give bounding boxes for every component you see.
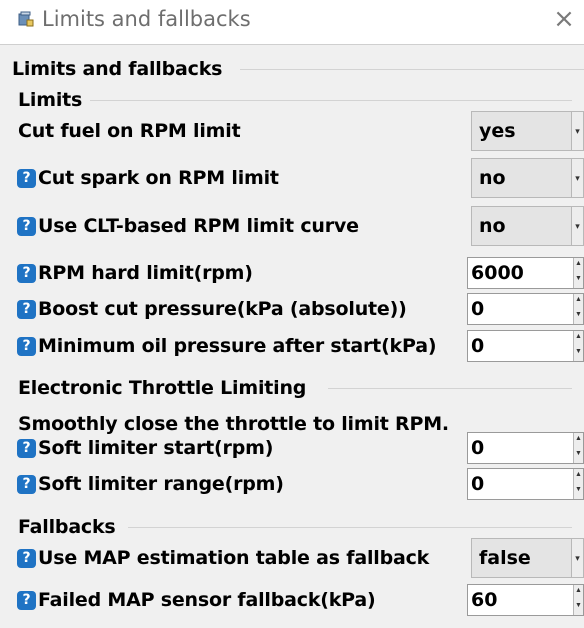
dropdown-value: yes (479, 120, 516, 142)
setting-label: RPM hard limit(rpm) (38, 262, 253, 284)
group-title: Limits (18, 89, 83, 111)
group-title: Fallbacks (18, 516, 116, 538)
setting-label: Boost cut pressure(kPa (absolute)) (38, 298, 407, 320)
spinner-value[interactable]: 0 (471, 294, 484, 324)
spinner-value[interactable]: 60 (471, 585, 497, 615)
setting-label: Cut fuel on RPM limit (18, 120, 241, 142)
group-title: Electronic Throttle Limiting (18, 377, 307, 399)
chevron-down-icon[interactable]: ▾ (571, 159, 583, 197)
setting-spinner[interactable]: 0 ▲ ▼ (467, 468, 584, 500)
spin-up-icon[interactable]: ▲ (574, 433, 583, 448)
spin-down-icon[interactable]: ▼ (574, 448, 583, 463)
panel-title-divider (240, 69, 584, 70)
spin-down-icon[interactable]: ▼ (574, 273, 583, 288)
help-icon[interactable]: ? (17, 590, 36, 610)
setting-label: Use MAP estimation table as fallback (38, 547, 430, 569)
setting-spinner[interactable]: 0 ▲ ▼ (467, 293, 584, 325)
setting-label-row: ? Cut spark on RPM limit (17, 166, 279, 190)
setting-spinner[interactable]: 0 ▲ ▼ (467, 330, 584, 362)
setting-spinner[interactable]: 0 ▲ ▼ (467, 432, 584, 464)
spinner-buttons[interactable]: ▲ ▼ (573, 585, 583, 615)
setting-label-row: ? Soft limiter range(rpm) (17, 472, 284, 496)
dropdown-value: no (479, 215, 506, 237)
help-icon[interactable]: ? (17, 474, 36, 494)
panel-title: Limits and fallbacks (12, 58, 223, 80)
setting-label: Minimum oil pressure after start(kPa) (38, 335, 437, 357)
help-icon[interactable]: ? (17, 263, 36, 283)
setting-label-row: ? Boost cut pressure(kPa (absolute)) (17, 297, 407, 321)
setting-label: Cut spark on RPM limit (38, 167, 279, 189)
setting-dropdown[interactable]: no ▾ (471, 206, 584, 246)
setting-label-row: Cut fuel on RPM limit (18, 119, 241, 143)
group-divider (328, 388, 572, 389)
help-icon[interactable]: ? (17, 548, 36, 568)
spinner-buttons[interactable]: ▲ ▼ (573, 294, 583, 324)
app-icon (18, 11, 34, 27)
group-divider (90, 100, 572, 101)
spinner-value[interactable]: 0 (471, 469, 484, 499)
spinner-buttons[interactable]: ▲ ▼ (573, 469, 583, 499)
chevron-down-icon[interactable]: ▾ (571, 112, 583, 150)
group-divider (128, 527, 572, 528)
window-title: Limits and fallbacks (42, 7, 251, 31)
setting-label-row: ? Soft limiter start(rpm) (17, 436, 273, 460)
setting-label-row: ? RPM hard limit(rpm) (17, 261, 253, 285)
setting-dropdown[interactable]: no ▾ (471, 158, 584, 198)
spinner-buttons[interactable]: ▲ ▼ (573, 331, 583, 361)
setting-label-row: ? Use MAP estimation table as fallback (17, 546, 429, 570)
spin-up-icon[interactable]: ▲ (574, 258, 583, 273)
dropdown-value: false (479, 547, 531, 569)
setting-label-row: ? Minimum oil pressure after start(kPa) (17, 334, 437, 358)
setting-dropdown[interactable]: yes ▾ (471, 111, 584, 151)
spin-down-icon[interactable]: ▼ (574, 309, 583, 324)
setting-label: Use CLT-based RPM limit curve (38, 215, 359, 237)
setting-label-row: ? Failed MAP sensor fallback(kPa) (17, 588, 376, 612)
spinner-value[interactable]: 0 (471, 331, 484, 361)
spin-down-icon[interactable]: ▼ (574, 346, 583, 361)
spin-up-icon[interactable]: ▲ (574, 294, 583, 309)
spin-up-icon[interactable]: ▲ (574, 585, 583, 600)
spinner-value[interactable]: 0 (471, 433, 484, 463)
window-titlebar: Limits and fallbacks × (0, 0, 584, 44)
close-icon[interactable]: × (548, 3, 580, 35)
chevron-down-icon[interactable]: ▾ (571, 207, 583, 245)
help-icon[interactable]: ? (17, 299, 36, 319)
chevron-down-icon[interactable]: ▾ (571, 539, 583, 577)
spinner-buttons[interactable]: ▲ ▼ (573, 433, 583, 463)
setting-label: Failed MAP sensor fallback(kPa) (38, 589, 376, 611)
help-icon[interactable]: ? (17, 438, 36, 458)
help-icon[interactable]: ? (17, 336, 36, 356)
spin-down-icon[interactable]: ▼ (574, 600, 583, 615)
group-description: Smoothly close the throttle to limit RPM… (18, 413, 449, 435)
setting-label-row: ? Use CLT-based RPM limit curve (17, 214, 359, 238)
setting-spinner[interactable]: 6000 ▲ ▼ (467, 257, 584, 289)
spin-up-icon[interactable]: ▲ (574, 469, 583, 484)
setting-label: Soft limiter start(rpm) (38, 437, 274, 459)
dropdown-value: no (479, 167, 506, 189)
spinner-value[interactable]: 6000 (471, 258, 524, 288)
settings-panel: Limits and fallbacks Limits Cut fuel on RP… (0, 44, 584, 628)
spinner-buttons[interactable]: ▲ ▼ (573, 258, 583, 288)
spin-down-icon[interactable]: ▼ (574, 484, 583, 499)
spin-up-icon[interactable]: ▲ (574, 331, 583, 346)
setting-spinner[interactable]: 60 ▲ ▼ (467, 584, 584, 616)
help-icon[interactable]: ? (17, 216, 36, 236)
help-icon[interactable]: ? (17, 168, 36, 188)
setting-label: Soft limiter range(rpm) (38, 473, 284, 495)
setting-dropdown[interactable]: false ▾ (471, 538, 584, 578)
